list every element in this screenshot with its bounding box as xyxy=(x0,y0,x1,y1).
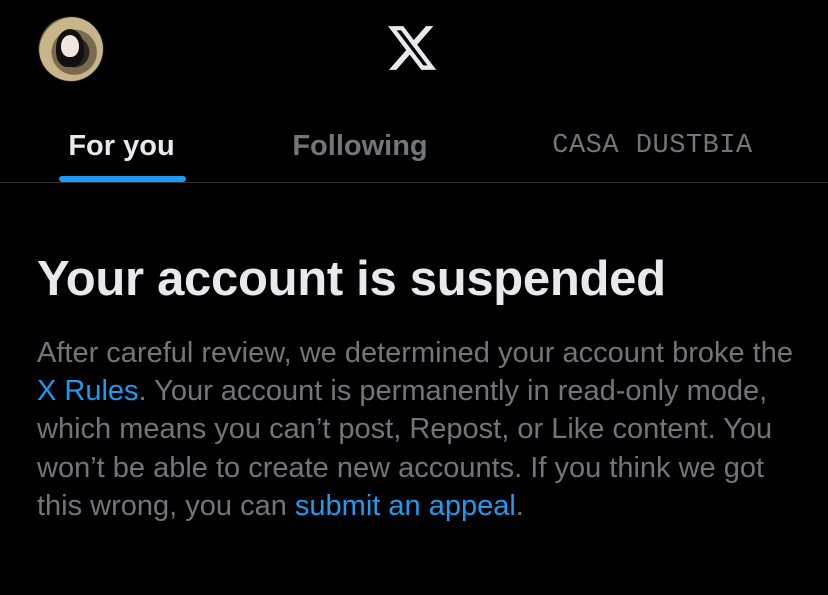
notice-title: Your account is suspended xyxy=(37,252,666,306)
timeline-tabs: For you Following CASA DUSTBIA xyxy=(0,110,828,183)
suspension-notice: Your account is suspended After careful … xyxy=(37,250,797,525)
tab-for-you-label: For you xyxy=(68,129,175,162)
avatar-face xyxy=(61,35,79,57)
tab-for-you[interactable]: For you xyxy=(44,110,199,182)
notice-body-text-3: . xyxy=(515,489,524,522)
x-logo-icon[interactable] xyxy=(388,26,438,72)
tab-following[interactable]: Following xyxy=(270,110,450,182)
notice-body: After careful review, we determined your… xyxy=(37,334,797,525)
submit-appeal-link[interactable]: submit an appeal xyxy=(295,490,516,522)
tab-casa-dustbia-label: CASA DUSTBIA xyxy=(552,131,753,161)
x-rules-link[interactable]: X Rules xyxy=(37,375,139,407)
active-tab-indicator xyxy=(59,176,186,182)
profile-avatar[interactable] xyxy=(39,17,103,81)
top-bar xyxy=(0,0,828,110)
tab-following-label: Following xyxy=(292,129,428,162)
tab-casa-dustbia[interactable]: CASA DUSTBIA xyxy=(530,110,775,182)
notice-body-text-1: After careful review, we determined your… xyxy=(37,337,793,369)
